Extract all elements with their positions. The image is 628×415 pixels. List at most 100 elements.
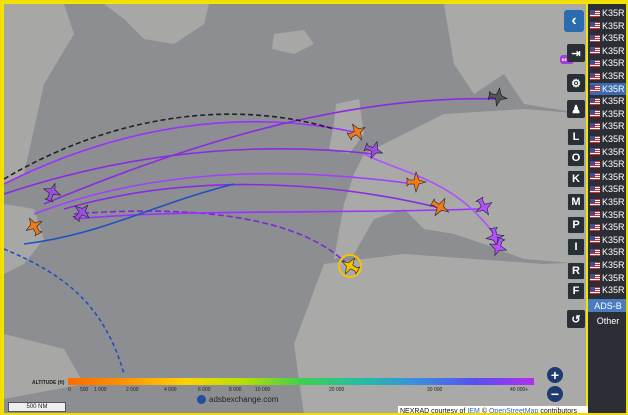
aircraft-list-item[interactable]: K35R [590, 158, 626, 170]
settings-button[interactable]: ⚙ [567, 74, 585, 92]
altitude-tick-label: 4 000 [164, 387, 177, 393]
aircraft-type-label: K35R [602, 171, 625, 182]
zoom-in-button[interactable]: + [547, 367, 563, 383]
us-flag-icon [590, 148, 600, 156]
land-europe [334, 109, 586, 264]
adsb-filter[interactable]: ADS-B [588, 299, 626, 312]
aircraft-type-label: K35R [602, 71, 625, 81]
aircraft-type-label: K35R [602, 260, 625, 270]
layer-button-i[interactable]: I [567, 238, 585, 256]
iem-link[interactable]: IEM [467, 408, 479, 413]
us-flag-icon [590, 274, 600, 282]
altitude-tick-label: 8 000 [229, 387, 242, 393]
us-flag-icon [590, 236, 600, 244]
aircraft-type-label: K35R [602, 83, 625, 94]
aircraft-list-item[interactable]: K35R [590, 82, 626, 95]
aircraft-type-label: K35R [602, 108, 625, 119]
altitude-tick-label: 20 000 [329, 387, 345, 393]
aircraft-type-label: K35R [602, 247, 625, 258]
aircraft-type-label: K35R [602, 96, 625, 107]
altitude-tick-label: 10 000 [255, 387, 271, 393]
aircraft-list-item[interactable]: K35R [590, 246, 626, 258]
aircraft-list-item[interactable]: K35R [590, 171, 626, 183]
replay-button[interactable]: ↺ [567, 310, 585, 328]
people-button[interactable]: ♟ [567, 100, 585, 118]
brand[interactable]: adsbexchange.com [197, 395, 278, 404]
credits-prefix: NEXRAD courtesy of [400, 408, 466, 415]
credits-suffix: contributors [540, 408, 577, 415]
aircraft-type-label: K35R [602, 222, 625, 233]
aircraft-type-label: K35R [602, 197, 625, 207]
aircraft-type-label: K35R [602, 234, 625, 245]
us-flag-icon [590, 110, 600, 118]
us-flag-icon [590, 122, 600, 130]
us-flag-icon [590, 248, 600, 256]
aircraft-list-item[interactable]: K35R [590, 108, 626, 120]
us-flag-icon [590, 97, 600, 105]
us-flag-icon [590, 211, 600, 219]
altitude-tick-label: 2 000 [126, 387, 139, 393]
aircraft-type-label: K35R [602, 8, 625, 18]
us-flag-icon [590, 185, 600, 193]
altitude-color-bar [68, 378, 534, 385]
login-button[interactable]: ⇥ [567, 44, 585, 62]
aircraft-type-label: K35R [602, 272, 625, 283]
aircraft-list-item[interactable]: K35R [590, 183, 626, 195]
aircraft-list-item[interactable]: K35R [590, 221, 626, 233]
land-north-america [4, 4, 74, 184]
layer-button-l[interactable]: L [567, 128, 585, 146]
layer-button-f[interactable]: F [567, 282, 585, 300]
aircraft-type-label: K35R [602, 33, 625, 44]
zoom-out-button[interactable]: − [547, 386, 563, 402]
altitude-tick-label: 1 000 [94, 387, 107, 393]
aircraft-list-item[interactable]: K35R [590, 20, 626, 32]
altitude-tick-label: 6 000 [198, 387, 211, 393]
aircraft-type-label: K35R [602, 285, 625, 296]
aircraft-list-item[interactable]: K35R [590, 234, 626, 246]
altitude-tick-label: 30 000 [427, 387, 443, 393]
us-flag-icon [590, 160, 600, 168]
layer-button-k[interactable]: K [567, 170, 585, 188]
us-flag-icon [590, 47, 600, 55]
layer-button-o[interactable]: O [567, 149, 585, 167]
layer-button-p[interactable]: P [567, 216, 585, 234]
aircraft-list-item[interactable]: K35R [590, 70, 626, 82]
us-flag-icon [590, 173, 600, 181]
gear-icon: ⚙ [571, 77, 581, 90]
land-caribbean [4, 334, 84, 399]
aircraft-list-item[interactable]: K35R [590, 7, 626, 19]
other-filter[interactable]: Other [588, 314, 626, 328]
aircraft-list-item[interactable]: K35R [590, 146, 626, 158]
aircraft-list-panel: K35R K35R K35R K35R K35R K35R K35R K35R K35R K35R… [588, 4, 626, 413]
map-credits: NEXRAD courtesy of IEM © OpenStreetMap c… [398, 406, 588, 415]
aircraft-type-label: K35R [602, 20, 625, 31]
aircraft-list-item[interactable]: K35R [590, 209, 626, 221]
us-flag-icon [590, 22, 600, 30]
aircraft-type-label: K35R [602, 159, 625, 170]
layer-button-r[interactable]: R [567, 262, 585, 280]
aircraft-list-item[interactable]: K35R [590, 259, 626, 271]
layer-button-m[interactable]: M [567, 193, 585, 211]
us-flag-icon [590, 223, 600, 231]
app-window: ‹ BETA ⇥ ⚙ ♟ L O K M P I R F ↺ K35RK35RK… [0, 0, 628, 415]
aircraft-list-item[interactable]: K35R [590, 95, 626, 107]
aircraft-list-item[interactable]: K35R [590, 120, 626, 132]
altitude-tick-label: 0 [68, 387, 71, 393]
aircraft-list-item[interactable]: K35R [590, 45, 626, 57]
aircraft-list-item[interactable]: K35R [590, 196, 626, 208]
land-iceland [272, 30, 314, 54]
aircraft-type-label: K35R [602, 134, 625, 144]
aircraft-list-item[interactable]: K35R [590, 57, 626, 69]
aircraft-type-label: K35R [602, 209, 625, 220]
aircraft-list-item[interactable]: K35R [590, 32, 626, 44]
aircraft-list-item[interactable]: K35R [590, 272, 626, 284]
us-flag-icon [590, 9, 600, 17]
map-svg [4, 4, 586, 413]
osm-link[interactable]: OpenStreetMap [489, 408, 538, 413]
map-canvas[interactable] [4, 4, 586, 413]
collapse-panel-button[interactable]: ‹ [564, 10, 584, 32]
us-flag-icon [590, 135, 600, 143]
us-flag-icon [590, 59, 600, 67]
aircraft-list-item[interactable]: K35R [590, 284, 626, 296]
aircraft-list-item[interactable]: K35R [590, 133, 626, 145]
